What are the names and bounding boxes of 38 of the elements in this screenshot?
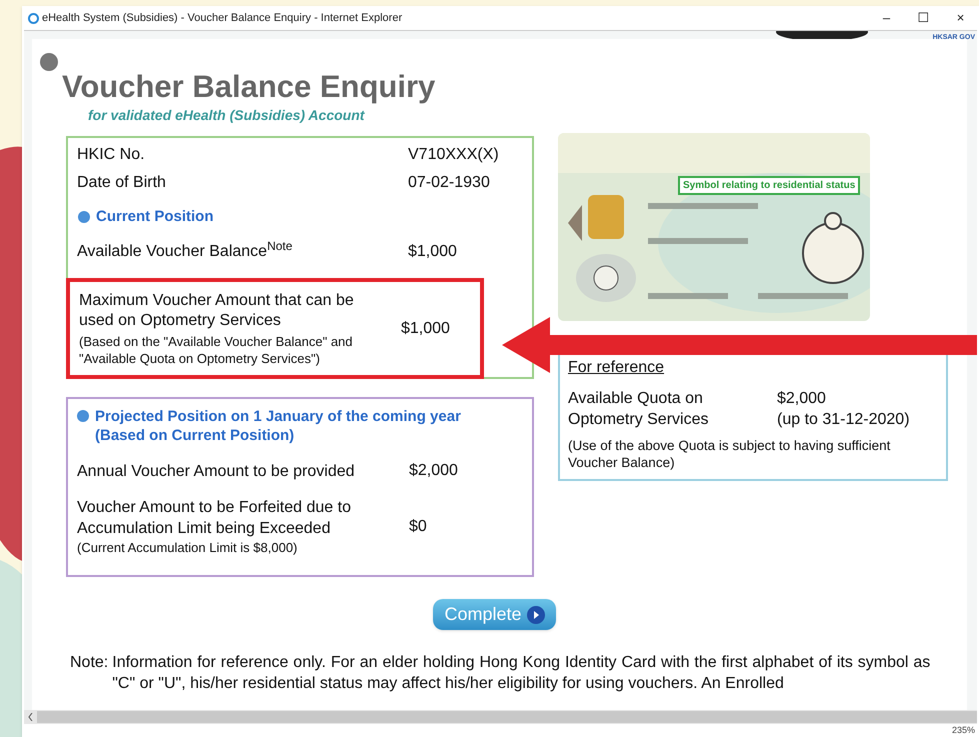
field-value: $1,000 <box>408 242 457 262</box>
scroll-left-icon[interactable] <box>28 713 33 721</box>
window-control[interactable]: – <box>868 8 905 28</box>
field-value: 07-02-1930 <box>408 173 490 193</box>
note-label: Note: <box>70 653 108 673</box>
field-value: $2,000 <box>409 461 458 481</box>
section-heading: Current Position <box>96 207 214 227</box>
window-control[interactable]: × <box>942 8 979 28</box>
field-label: Voucher Amount to be Forfeited due to Accumulation Limit being Exceeded <box>77 498 352 539</box>
field-label: HKIC No. <box>77 145 146 165</box>
reference-note: (Use of the above Quota is subject to having sufficient Voucher Balance) <box>568 437 892 471</box>
field-value: $1,000 <box>401 318 450 338</box>
window-title: eHealth System (Subsidies) - Voucher Balance Enquiry - Internet Explorer <box>42 10 404 26</box>
zoom-level: 235% <box>952 724 975 737</box>
browser-icon <box>28 12 39 24</box>
field-note: (Based on the "Available Voucher Balance" and "Available Quota on Optometry Services") <box>79 332 354 366</box>
note-text: Information for reference only. For an elder holding Hong Kong Identity Card with the first alphabet of its symbol as "C" or "U", his/her residential status may affect his/her eligibility for using vouchers. An Enrolled <box>112 653 932 694</box>
scrollbar-thumb[interactable] <box>37 711 977 723</box>
bullet-icon <box>78 211 90 224</box>
field-note: (up to 31-12-2020) <box>777 410 910 430</box>
field-value: $2,000 <box>777 389 827 409</box>
field-label: Available Voucher Balance$^{Note}$ <box>77 240 294 262</box>
section-subheading: (Based on Current Position) <box>95 426 296 445</box>
page-title: Voucher Balance Enquiry <box>62 69 436 105</box>
section-heading: Projected Position on 1 January of the coming year <box>95 407 461 426</box>
bullet-icon <box>77 410 89 422</box>
window-control[interactable]: ☐ <box>905 8 942 28</box>
reference-heading: For reference <box>568 358 666 378</box>
field-value: $0 <box>409 516 427 536</box>
field-label: Date of Birth <box>77 173 167 193</box>
field-label: Annual Voucher Amount to be provided <box>77 462 356 482</box>
page-subtitle: for validated eHealth (Subsidies) Account <box>87 106 366 125</box>
callout-label: Symbol relating to residential status <box>678 176 860 195</box>
page-bullet-icon <box>40 53 58 71</box>
field-value: V710XXX(X) <box>408 145 499 165</box>
field-label: Available Quota on Optometry Services <box>568 389 710 430</box>
field-label: Maximum Voucher Amount that can be used on Optometry Services <box>79 290 355 330</box>
field-note: (Current Accumulation Limit is $8,000) <box>77 539 298 556</box>
